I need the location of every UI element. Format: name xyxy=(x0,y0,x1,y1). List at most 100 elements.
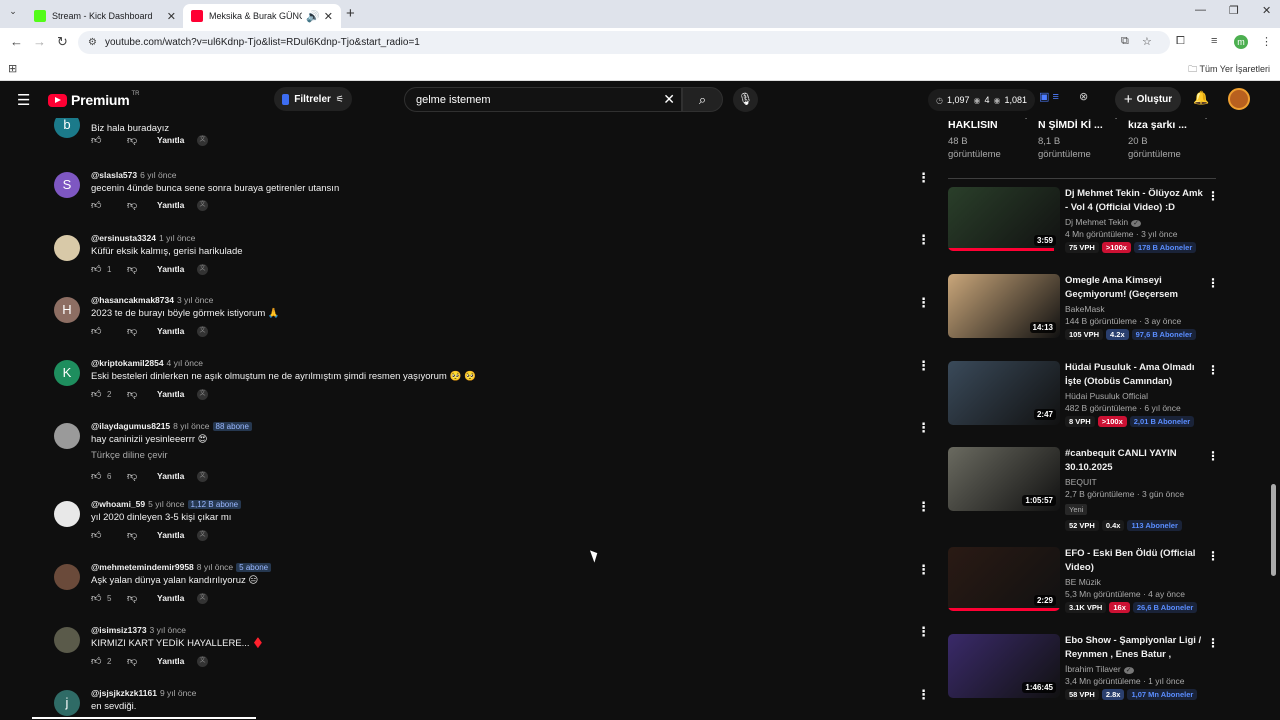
related-video-card[interactable]: 2:47 Hüdai Pusuluk - Ama Olmadı İşte (Ot… xyxy=(948,361,1219,427)
reply-button[interactable]: Yanıtla xyxy=(157,656,197,666)
commenter-avatar[interactable]: j xyxy=(54,690,80,716)
notifications-bell-icon[interactable]: 🔔 xyxy=(1193,90,1209,106)
video-title[interactable]: Dj Mehmet Tekin - Ölüyoz Amk - Vol 4 (Of… xyxy=(1065,187,1205,214)
dislike-icon[interactable]: 👎︎ xyxy=(127,592,151,604)
video-thumbnail[interactable]: 3:59 xyxy=(948,187,1060,251)
reply-button[interactable]: Yanıtla xyxy=(157,471,197,481)
commenter-avatar[interactable] xyxy=(54,627,80,653)
related-video-card[interactable]: 2:29 EFO - Eski Ben Öldü (Official Video… xyxy=(948,547,1219,613)
youtube-premium-logo[interactable]: Premium TR xyxy=(48,91,140,108)
partial-video-card[interactable]: N ŞİMDİ Kİ ... 8,1 B görüntüleme xyxy=(1038,119,1126,161)
chrome-menu-icon[interactable]: ⋮ xyxy=(1261,35,1272,48)
translate-icon[interactable]: 文 xyxy=(197,263,208,275)
partial-video-card[interactable]: HAKLISIN 48 B görüntüleme xyxy=(948,119,1036,161)
extension-icon[interactable]: ▣ ≡ xyxy=(1039,90,1059,103)
commenter-avatar[interactable] xyxy=(54,423,80,449)
forward-icon[interactable]: → xyxy=(33,34,46,49)
reply-button[interactable]: Yanıtla xyxy=(157,135,197,145)
comment-menu-icon[interactable]: ⋮ xyxy=(917,232,930,248)
comment-time[interactable]: 4 yıl önce xyxy=(167,358,203,368)
commenter-avatar[interactable] xyxy=(54,564,80,590)
reload-icon[interactable]: ↻ xyxy=(57,34,68,50)
menu-dot-icon[interactable]: • xyxy=(1205,118,1207,122)
channel-name[interactable]: BEQUIT xyxy=(1065,477,1097,487)
like-icon[interactable]: 👍︎ xyxy=(91,655,107,667)
dislike-icon[interactable]: 👎︎ xyxy=(127,529,151,541)
video-menu-icon[interactable]: ⋮ xyxy=(1207,636,1219,650)
comment-time[interactable]: 9 yıl önce xyxy=(160,688,196,698)
clear-search-icon[interactable]: ✕ xyxy=(663,91,675,108)
video-thumbnail[interactable]: 1:05:57 xyxy=(948,447,1060,511)
comment-menu-icon[interactable]: ⋮ xyxy=(917,358,930,374)
reply-button[interactable]: Yanıtla xyxy=(157,326,197,336)
translate-icon[interactable]: 文 xyxy=(197,655,208,667)
comment-time[interactable]: 8 yıl önce xyxy=(197,562,233,572)
trophy-icon[interactable]: ⊗ xyxy=(1079,90,1088,103)
reply-button[interactable]: Yanıtla xyxy=(157,264,197,274)
comment-author[interactable]: @kriptokamil2854 xyxy=(91,358,164,368)
commenter-avatar[interactable]: b xyxy=(54,118,80,138)
comment-author[interactable]: @jsjsjkzkzk1161 xyxy=(91,688,157,698)
comment-author[interactable]: @ilaydagumus8215 xyxy=(91,421,170,431)
apps-grid-icon[interactable]: ⊞ xyxy=(8,62,17,75)
comment-time[interactable]: 5 yıl önce xyxy=(148,499,184,509)
channel-name[interactable]: BakeMask xyxy=(1065,304,1105,314)
menu-icon[interactable]: ☰ xyxy=(17,91,30,109)
comment-author[interactable]: @mehmetemindemir9958 xyxy=(91,562,194,572)
extensions-icon[interactable]: ⧠ xyxy=(1176,35,1185,48)
tab-kick-dashboard[interactable]: Stream - Kick Dashboard ✕ xyxy=(26,4,184,28)
comment-menu-icon[interactable]: ⋮ xyxy=(917,562,930,578)
channel-name[interactable]: BE Müzik xyxy=(1065,577,1101,587)
comment-time[interactable]: 3 yıl önce xyxy=(177,295,213,305)
video-menu-icon[interactable]: ⋮ xyxy=(1207,363,1219,377)
voice-search-icon[interactable]: 🎙 xyxy=(733,87,758,112)
like-icon[interactable]: 👍︎ xyxy=(91,388,107,400)
commenter-avatar[interactable] xyxy=(54,501,80,527)
translate-icon[interactable]: 文 xyxy=(197,470,208,482)
like-icon[interactable]: 👍︎ xyxy=(91,529,107,541)
create-button[interactable]: + Oluştur xyxy=(1115,87,1181,112)
menu-dot-icon[interactable]: • xyxy=(1115,118,1117,122)
comment-time[interactable]: 3 yıl önce xyxy=(150,625,186,635)
page-scrollbar[interactable] xyxy=(1271,484,1276,576)
video-title[interactable]: #canbequit CANLI YAYIN 30.10.2025 xyxy=(1065,447,1205,474)
related-video-card[interactable]: 14:13 Omegle Ama Kimseyi Geçmiyorum! (Ge… xyxy=(948,274,1219,340)
new-tab-button[interactable]: + xyxy=(346,5,355,22)
speaker-icon[interactable]: 🔊 xyxy=(306,10,320,23)
related-video-card[interactable]: 1:46:45 Ebo Show - Şampiyonlar Ligi / Re… xyxy=(948,634,1219,700)
reply-button[interactable]: Yanıtla xyxy=(157,530,197,540)
translate-icon[interactable]: 文 xyxy=(197,199,208,211)
comment-menu-icon[interactable]: ⋮ xyxy=(917,420,930,436)
menu-dot-icon[interactable]: • xyxy=(1025,118,1027,122)
video-menu-icon[interactable]: ⋮ xyxy=(1207,449,1219,463)
site-info-icon[interactable]: ⚙ xyxy=(88,37,97,48)
partial-video-card[interactable]: kıza şarkı ... 20 B görüntüleme xyxy=(1128,119,1216,161)
video-title[interactable]: Ebo Show - Şampiyonlar Ligi / Reynmen , … xyxy=(1065,634,1205,661)
dislike-icon[interactable]: 👎︎ xyxy=(127,263,151,275)
reading-list-icon[interactable]: ≡ xyxy=(1211,35,1217,47)
video-thumbnail[interactable]: 2:29 xyxy=(948,547,1060,611)
commenter-avatar[interactable] xyxy=(54,235,80,261)
dislike-icon[interactable]: 👎︎ xyxy=(127,470,151,482)
comment-menu-icon[interactable]: ⋮ xyxy=(917,687,930,703)
video-thumbnail[interactable]: 14:13 xyxy=(948,274,1060,338)
translate-icon[interactable]: 文 xyxy=(197,529,208,541)
profile-avatar[interactable]: m xyxy=(1234,35,1248,49)
comment-author[interactable]: @ersinusta3324 xyxy=(91,233,156,243)
translate-icon[interactable]: 文 xyxy=(197,325,208,337)
commenter-avatar[interactable]: S xyxy=(54,172,80,198)
video-title[interactable]: EFO - Eski Ben Öldü (Official Video) xyxy=(1065,547,1205,574)
comment-time[interactable]: 1 yıl önce xyxy=(159,233,195,243)
url-field[interactable]: ⚙ youtube.com/watch?v=ul6Kdnp-Tjo&list=R… xyxy=(78,31,1170,54)
tab-youtube[interactable]: Meksika & Burak GÜNCÜ # 🔊 ✕ xyxy=(183,4,341,28)
related-video-card[interactable]: 3:59 Dj Mehmet Tekin - Ölüyoz Amk - Vol … xyxy=(948,187,1219,253)
like-icon[interactable]: 👍︎ xyxy=(91,263,107,275)
translate-link[interactable]: Türkçe diline çevir xyxy=(91,450,168,461)
close-window-icon[interactable]: ✕ xyxy=(1262,4,1271,17)
comment-time[interactable]: 8 yıl önce xyxy=(173,421,209,431)
channel-name[interactable]: Dj Mehmet Tekin xyxy=(1065,217,1128,227)
reply-button[interactable]: Yanıtla xyxy=(157,200,197,210)
video-title[interactable]: Omegle Ama Kimseyi Geçmiyorum! (Geçersem… xyxy=(1065,274,1205,301)
comment-menu-icon[interactable]: ⋮ xyxy=(917,295,930,311)
comment-time[interactable]: 6 yıl önce xyxy=(140,170,176,180)
